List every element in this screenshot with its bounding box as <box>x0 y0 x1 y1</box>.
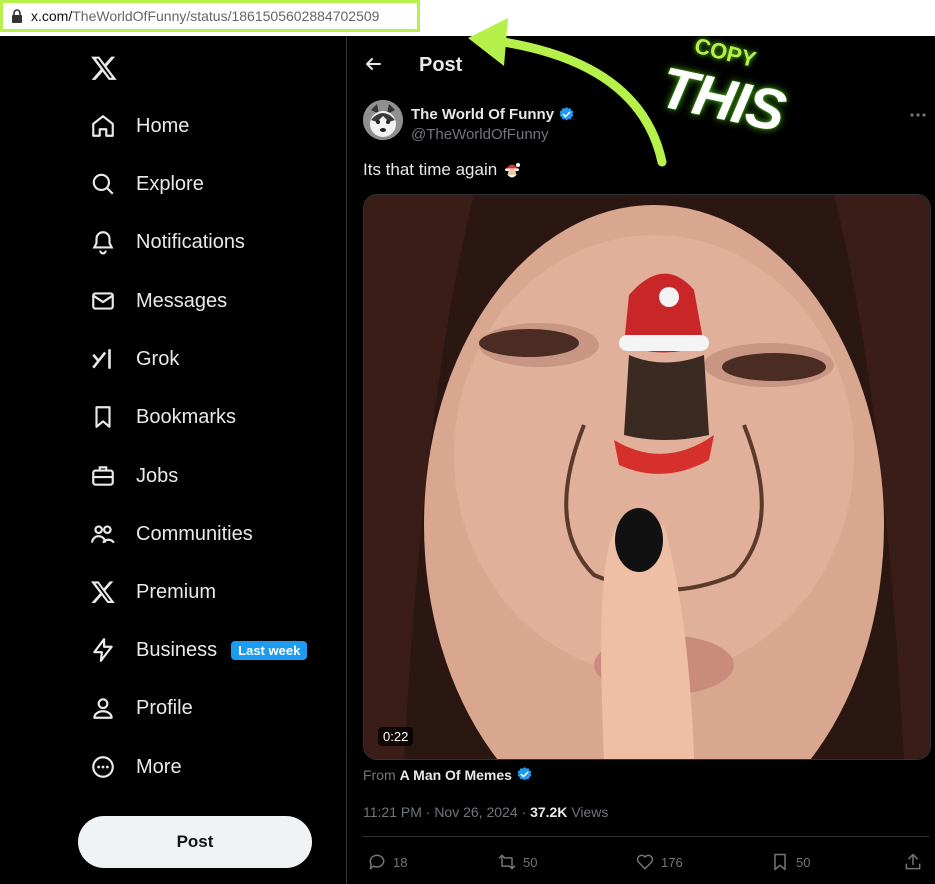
author-name-text: The World Of Funny <box>411 106 555 123</box>
back-arrow-icon[interactable] <box>363 54 383 74</box>
sidebar-item-label: Messages <box>136 289 228 312</box>
post-meta: 11:21 PM · Nov 26, 2024 · 37.2K Views <box>363 804 608 820</box>
x-logo-icon <box>90 581 115 604</box>
bell-icon <box>92 231 114 255</box>
browser-url-bar: x.com/TheWorldOfFunny/status/18615056028… <box>0 0 935 36</box>
sidebar-item-label: Explore <box>136 172 204 195</box>
x-logo-icon[interactable] <box>90 54 118 82</box>
post-timestamp[interactable]: 11:21 PM · Nov 26, 2024 · <box>363 804 526 820</box>
share-button[interactable] <box>903 852 929 872</box>
sidebar-item-jobs[interactable]: Jobs <box>90 456 178 496</box>
people-icon <box>91 525 115 544</box>
video-thumbnail-image <box>364 195 930 759</box>
sidebar-item-label: Profile <box>136 696 193 719</box>
sidebar-item-grok[interactable]: Grok <box>90 339 179 379</box>
dog-avatar-icon <box>363 100 403 140</box>
sidebar-item-notifications[interactable]: Notifications <box>90 222 245 262</box>
bookmark-icon <box>774 853 786 871</box>
sidebar-item-label: Business <box>136 638 218 661</box>
bookmark-icon <box>95 406 111 428</box>
video-duration: 0:22 <box>378 727 414 746</box>
search-icon <box>92 173 114 195</box>
avatar[interactable] <box>363 100 403 140</box>
home-icon <box>92 115 114 137</box>
sidebar-item-communities[interactable]: Communities <box>90 514 253 554</box>
person-icon <box>93 698 113 719</box>
repost-button[interactable]: 50 <box>497 852 537 872</box>
sidebar-item-label: Communities <box>136 522 253 545</box>
post-text: Its that time again <box>363 160 521 180</box>
video-player[interactable]: 0:22 <box>363 194 931 760</box>
verified-badge-icon <box>517 767 532 781</box>
url-host: x.com/ <box>31 8 73 24</box>
bookmark-button[interactable]: 50 <box>770 852 810 872</box>
sidebar-item-label: Grok <box>136 347 180 370</box>
heart-icon <box>636 854 654 870</box>
main-column: Post The World Of Funny @TheWorldOfFunny… <box>347 36 935 884</box>
envelope-icon <box>92 292 114 310</box>
lock-icon <box>12 9 22 23</box>
post-header: Post <box>347 36 935 92</box>
sidebar-item-label: Premium <box>136 580 217 603</box>
source-attribution: From A Man Of Memes <box>363 766 533 783</box>
reply-button[interactable]: 18 <box>367 852 407 872</box>
sidebar: Home Explore Notifications Messages Grok… <box>0 36 346 884</box>
divider <box>363 836 929 837</box>
repost-icon <box>498 854 516 870</box>
sidebar-item-label: More <box>136 755 182 778</box>
grok-icon <box>92 349 111 369</box>
repost-count: 50 <box>523 854 538 870</box>
bookmark-count: 50 <box>796 854 811 870</box>
lightning-icon <box>93 638 113 662</box>
like-count: 176 <box>661 854 683 870</box>
sidebar-item-bookmarks[interactable]: Bookmarks <box>90 397 236 437</box>
views-count: 37.2K <box>530 804 568 820</box>
from-prefix: From <box>363 766 396 783</box>
more-horizontal-icon[interactable] <box>909 112 927 118</box>
sidebar-item-business[interactable]: Business Last week <box>90 630 308 670</box>
reply-icon <box>369 854 385 870</box>
sidebar-item-more[interactable]: More <box>90 747 182 787</box>
post-text-content: Its that time again <box>363 160 498 179</box>
sidebar-item-premium[interactable]: Premium <box>90 572 216 612</box>
sidebar-item-label: Bookmarks <box>136 405 237 428</box>
briefcase-icon <box>92 466 114 486</box>
author-handle[interactable]: @TheWorldOfFunny <box>411 126 549 143</box>
sidebar-item-profile[interactable]: Profile <box>90 688 193 728</box>
post-button[interactable]: Post <box>78 816 312 868</box>
sidebar-item-label: Jobs <box>136 464 179 487</box>
sidebar-item-home[interactable]: Home <box>90 106 189 146</box>
status-badge: Last week <box>231 640 308 660</box>
like-button[interactable]: 176 <box>635 852 683 872</box>
sidebar-item-label: Home <box>136 114 190 137</box>
views-label: Views <box>571 804 609 820</box>
more-circle-icon <box>92 756 114 778</box>
sidebar-item-messages[interactable]: Messages <box>90 281 227 321</box>
author-name[interactable]: The World Of Funny <box>411 106 575 123</box>
source-account-link[interactable]: A Man Of Memes <box>400 767 512 783</box>
address-field[interactable]: x.com/TheWorldOfFunny/status/18615056028… <box>0 0 420 32</box>
reply-count: 18 <box>393 854 408 870</box>
sidebar-item-explore[interactable]: Explore <box>90 164 204 204</box>
santa-emoji-icon <box>505 163 521 178</box>
sidebar-item-label: Notifications <box>136 230 245 253</box>
page-title: Post <box>419 54 463 76</box>
verified-badge-icon <box>559 107 574 121</box>
url-path: TheWorldOfFunny/status/18615056028847025… <box>72 8 380 24</box>
share-icon <box>905 853 921 870</box>
